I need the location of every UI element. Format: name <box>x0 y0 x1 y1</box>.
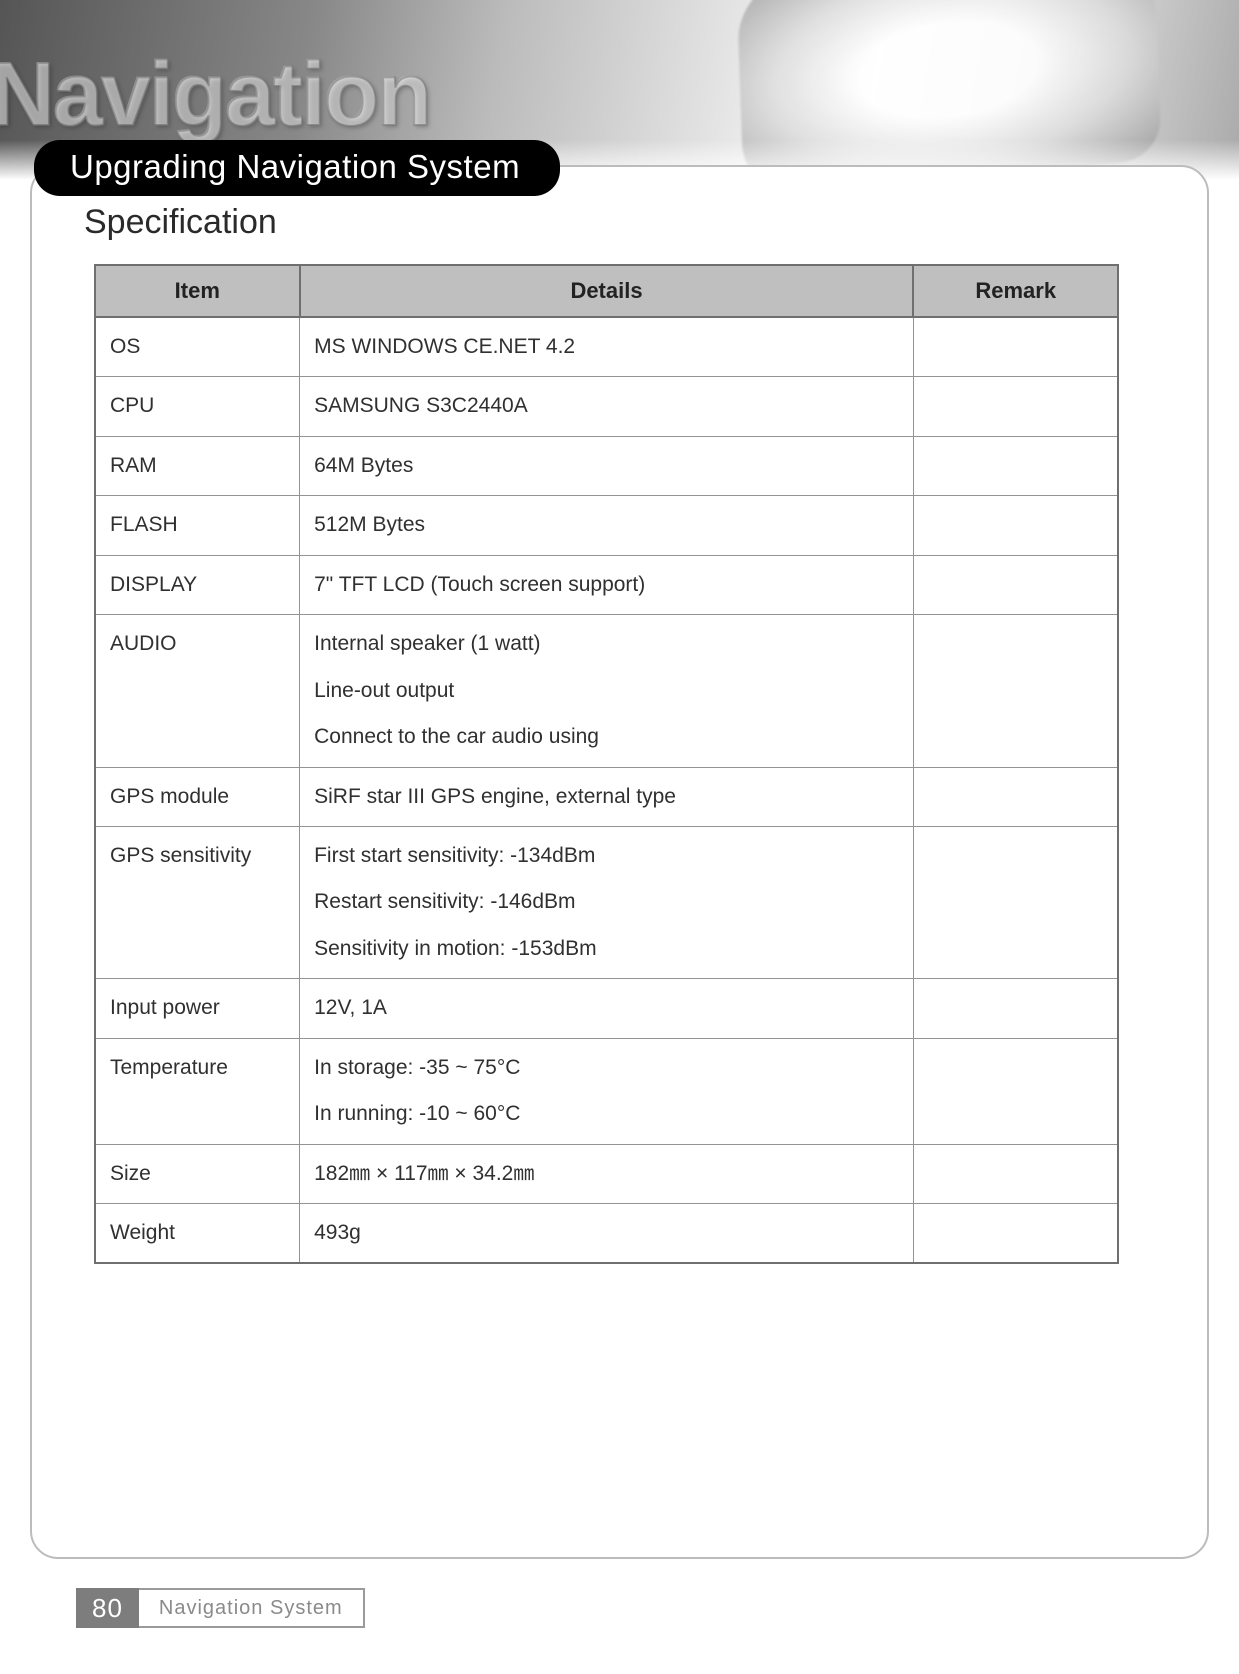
cell-details: Internal speaker (1 watt) Line-out output… <box>300 615 914 767</box>
cell-item: Temperature <box>95 1038 300 1144</box>
table-row: Size182㎜ × 117㎜ × 34.2㎜ <box>95 1144 1118 1203</box>
detail-line: Restart sensitivity: -146dBm <box>314 887 901 917</box>
cell-item: FLASH <box>95 496 300 555</box>
table-row: DISPLAY7" TFT LCD (Touch screen support) <box>95 555 1118 614</box>
cell-item: DISPLAY <box>95 555 300 614</box>
cell-item: AUDIO <box>95 615 300 767</box>
table-row: Temperature In storage: -35 ~ 75°C In runn… <box>95 1038 1118 1144</box>
cell-item: CPU <box>95 377 300 436</box>
header-item: Item <box>95 265 300 317</box>
cell-remark <box>913 826 1118 978</box>
hero-title: Navigation <box>0 44 430 147</box>
cell-item: Size <box>95 1144 300 1203</box>
section-title: Specification <box>84 203 1159 242</box>
table-row: Input power12V, 1A <box>95 979 1118 1038</box>
cell-details: 512M Bytes <box>300 496 914 555</box>
table-row: Weight493g <box>95 1204 1118 1264</box>
cell-details: 182㎜ × 117㎜ × 34.2㎜ <box>300 1144 914 1203</box>
table-row: OSMS WINDOWS CE.NET 4.2 <box>95 317 1118 377</box>
cell-item: GPS sensitivity <box>95 826 300 978</box>
table-row: RAM64M Bytes <box>95 436 1118 495</box>
cell-remark <box>913 1204 1118 1264</box>
footer-label: Navigation System <box>139 1588 365 1628</box>
cell-item: Weight <box>95 1204 300 1264</box>
cell-remark <box>913 377 1118 436</box>
cell-item: GPS module <box>95 767 300 826</box>
table-row: CPUSAMSUNG S3C2440A <box>95 377 1118 436</box>
cell-details: SAMSUNG S3C2440A <box>300 377 914 436</box>
cell-remark <box>913 1144 1118 1203</box>
detail-line: Internal speaker (1 watt) <box>314 629 901 659</box>
cell-remark <box>913 317 1118 377</box>
table-row: FLASH512M Bytes <box>95 496 1118 555</box>
cell-item: OS <box>95 317 300 377</box>
detail-line: Line-out output <box>314 676 901 706</box>
cell-details: MS WINDOWS CE.NET 4.2 <box>300 317 914 377</box>
table-row: GPS sensitivityFirst start sensitivity: … <box>95 826 1118 978</box>
table-row: AUDIO Internal speaker (1 watt) Line-out o… <box>95 615 1118 767</box>
cell-item: RAM <box>95 436 300 495</box>
table-row: GPS moduleSiRF star III GPS engine, exte… <box>95 767 1118 826</box>
content-panel: Specification Item Details Remark OSMS W… <box>30 165 1209 1559</box>
page-footer: 80 Navigation System <box>76 1588 365 1628</box>
header-remark: Remark <box>913 265 1118 317</box>
detail-line: First start sensitivity: -134dBm <box>314 841 901 871</box>
cell-item: Input power <box>95 979 300 1038</box>
cell-remark <box>913 767 1118 826</box>
cell-details: 12V, 1A <box>300 979 914 1038</box>
cell-remark <box>913 979 1118 1038</box>
detail-line: Connect to the car audio using <box>314 722 901 752</box>
detail-line: Sensitivity in motion: -153dBm <box>314 934 901 964</box>
cell-remark <box>913 615 1118 767</box>
table-header-row: Item Details Remark <box>95 265 1118 317</box>
cell-details: First start sensitivity: -134dBm Restart … <box>300 826 914 978</box>
section-pill: Upgrading Navigation System <box>34 140 560 196</box>
detail-line: In storage: -35 ~ 75°C <box>314 1053 901 1083</box>
cell-details: In storage: -35 ~ 75°C In running: -10 ~ … <box>300 1038 914 1144</box>
cell-remark <box>913 436 1118 495</box>
cell-details: SiRF star III GPS engine, external type <box>300 767 914 826</box>
header-details: Details <box>300 265 914 317</box>
cell-details: 64M Bytes <box>300 436 914 495</box>
cell-remark <box>913 555 1118 614</box>
detail-line: In running: -10 ~ 60°C <box>314 1099 901 1129</box>
cell-remark <box>913 1038 1118 1144</box>
cell-details: 7" TFT LCD (Touch screen support) <box>300 555 914 614</box>
page-number: 80 <box>76 1588 139 1628</box>
spec-table: Item Details Remark OSMS WINDOWS CE.NET … <box>94 264 1119 1264</box>
cell-details: 493g <box>300 1204 914 1264</box>
cell-remark <box>913 496 1118 555</box>
